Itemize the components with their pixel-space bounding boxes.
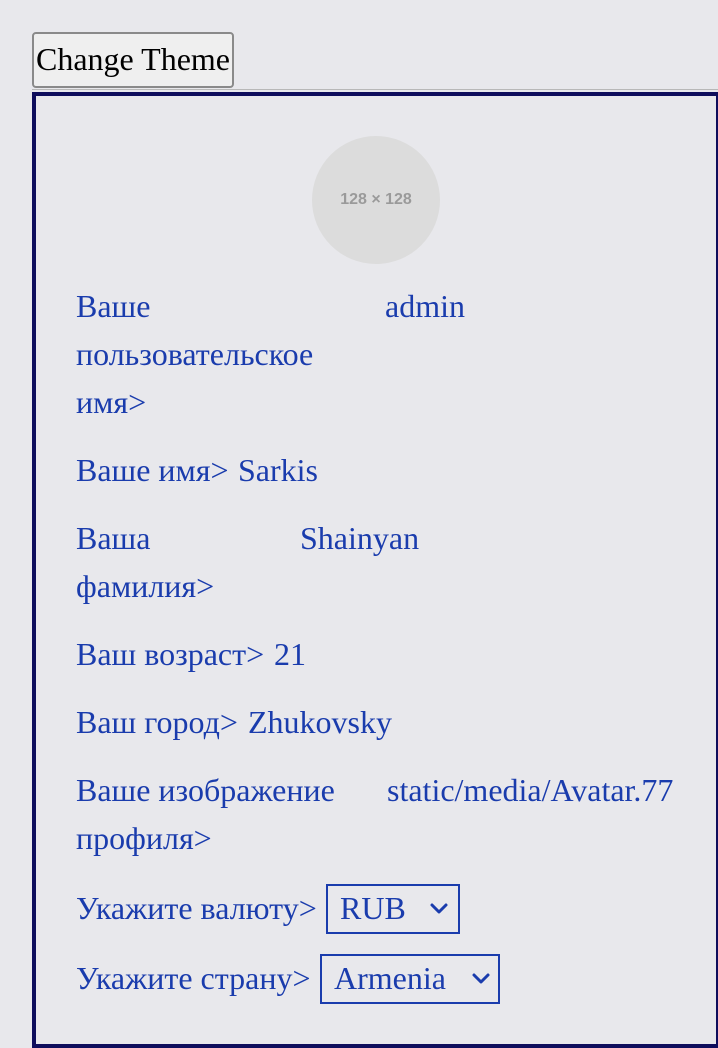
first-name-label: Ваше имя>: [76, 452, 229, 488]
country-selected-value: Armenia: [334, 960, 446, 996]
divider: [32, 89, 718, 90]
profile-image-label-line2: профиля>: [76, 820, 212, 856]
currency-select[interactable]: RUB: [326, 884, 460, 934]
currency-selected-value: RUB: [340, 890, 406, 926]
country-label: Укажите страну>: [76, 960, 311, 996]
username-label-line1: Ваше: [76, 288, 151, 324]
age-label: Ваш возраст>: [76, 636, 265, 672]
username-label-line3: имя>: [76, 384, 147, 420]
age-value: 21: [274, 636, 306, 672]
chevron-down-icon: [430, 903, 448, 914]
profile-image-label-line1: Ваше изображение: [76, 772, 335, 808]
last-name-label-line1: Ваша: [76, 520, 151, 556]
first-name-value: Sarkis: [238, 452, 318, 488]
country-select[interactable]: Armenia: [320, 954, 500, 1004]
username-label-line2: пользовательское: [76, 336, 314, 372]
profile-image-value: static/media/Avatar.77: [387, 772, 674, 808]
username-value: admin: [385, 288, 465, 324]
avatar-placeholder: 128 × 128: [312, 136, 440, 264]
currency-label: Укажите валюту>: [76, 890, 317, 926]
city-label: Ваш город>: [76, 704, 238, 740]
last-name-value: Shainyan: [300, 520, 420, 556]
city-value: Zhukovsky: [248, 704, 392, 740]
last-name-label-line2: фамилия>: [76, 568, 215, 604]
change-theme-button[interactable]: Change Theme: [32, 32, 234, 88]
chevron-down-icon: [472, 973, 490, 984]
